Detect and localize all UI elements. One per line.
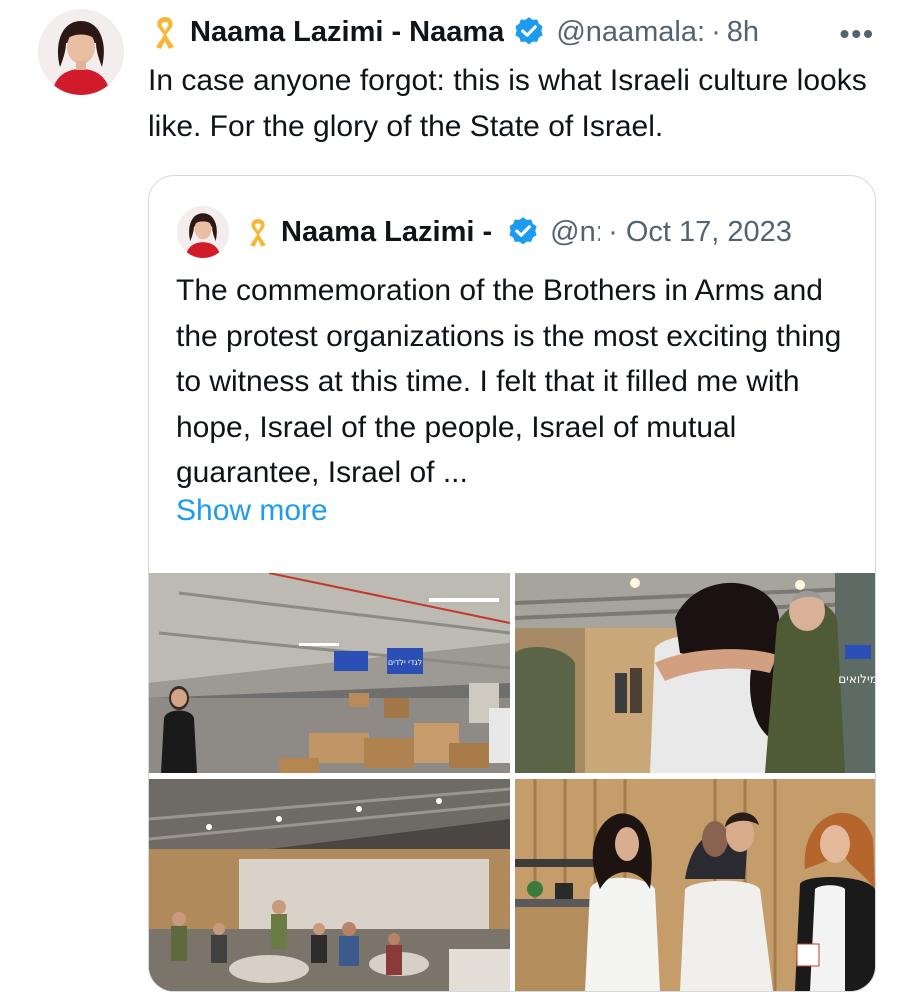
photo-1[interactable]: לגדי ילדים	[149, 573, 510, 773]
verified-badge-icon	[509, 217, 537, 245]
photo-3[interactable]	[149, 779, 510, 991]
tweet-time[interactable]: 8h	[727, 16, 759, 49]
author-avatar[interactable]	[38, 9, 124, 95]
author-handle[interactable]: @naamala:	[556, 16, 705, 49]
sign-text: לגדי ילדים	[388, 658, 422, 667]
separator-dot: ·	[711, 15, 721, 48]
more-options-icon[interactable]: •••	[840, 18, 875, 50]
photo-2[interactable]: מילואים	[515, 573, 875, 773]
quoted-tweet-header: Naama Lazimi - @n: · Oct 17, 2023	[177, 206, 853, 258]
verified-badge-icon	[515, 17, 543, 45]
quoted-author-avatar[interactable]	[177, 206, 229, 258]
yellow-ribbon-icon	[250, 219, 266, 247]
tweet-header: Naama Lazimi - Naama @naamala: · 8h	[150, 10, 877, 54]
quoted-author-name[interactable]: Naama Lazimi -	[281, 216, 492, 249]
separator-dot: ·	[608, 215, 618, 248]
quoted-tweet-card[interactable]: Naama Lazimi - @n: · Oct 17, 2023 The co…	[148, 175, 876, 992]
author-name[interactable]: Naama Lazimi - Naama	[190, 16, 504, 49]
quoted-tweet-text: The commemoration of the Brothers in Arm…	[176, 274, 842, 489]
quoted-author-handle[interactable]: @n:	[550, 216, 600, 249]
show-more-link[interactable]: Show more	[176, 494, 328, 528]
photo-4[interactable]	[515, 779, 875, 991]
quoted-tweet-date[interactable]: Oct 17, 2023	[626, 216, 792, 249]
shirt-text: מילואים	[838, 672, 875, 686]
tweet-text: In case anyone forgot: this is what Isra…	[148, 64, 867, 143]
yellow-ribbon-icon	[156, 17, 174, 49]
